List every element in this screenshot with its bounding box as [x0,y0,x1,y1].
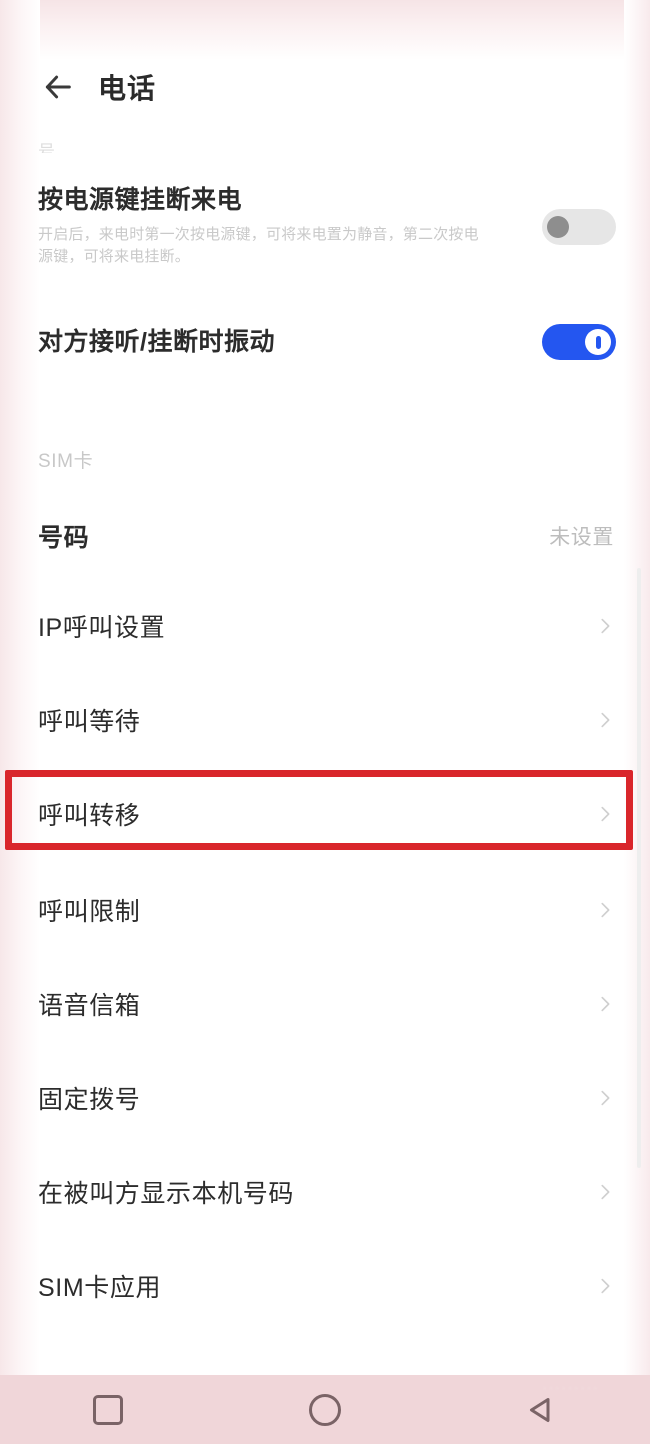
row-label: 号码 [38,524,90,552]
row-call-barring[interactable]: 呼叫限制 [0,866,650,954]
row-sim-toolkit[interactable]: SIM卡应用 [0,1242,650,1330]
row-label: 呼叫等待 [38,708,141,736]
chevron-right-icon [594,615,616,637]
chevron-right-icon [594,803,616,825]
row-label: 在被叫方显示本机号码 [38,1180,295,1208]
toggle-power-key-hangup[interactable] [542,208,616,245]
setting-row-power-key-hangup[interactable]: 按电源键挂断来电 开启后，来电时第一次按电源键，可将来电置为静音，第二次按电源键… [0,186,650,267]
row-call-forwarding[interactable]: 呼叫转移 [0,770,650,858]
row-fixed-dialing[interactable]: 固定拨号 [0,1054,650,1142]
row-label: 固定拨号 [38,1086,141,1114]
circle-home-icon [308,1393,341,1426]
row-label: 呼叫转移 [38,802,141,830]
setting-title: 按电源键挂断来电 [38,186,243,214]
page-title: 电话 [98,73,157,104]
chevron-right-icon [594,993,616,1015]
row-value: 未设置 [549,526,614,549]
chevron-right-icon [594,899,616,921]
chevron-right-icon [594,1181,616,1203]
row-show-caller-id[interactable]: 在被叫方显示本机号码 [0,1148,650,1236]
square-recents-icon [93,1394,124,1425]
phone-screen: 电话 号 按电源键挂断来电 开启后，来电时第一次按电源键，可将来电置为静音，第二… [0,0,650,1444]
row-call-waiting[interactable]: 呼叫等待 [0,676,650,764]
chevron-right-icon [594,709,616,731]
setting-title: 对方接听/挂断时振动 [38,327,275,356]
setting-texts: 对方接听/挂断时振动 [38,328,542,357]
toggle-vibrate-on-answer[interactable] [542,324,616,360]
scrollbar-thumb[interactable] [637,568,641,1168]
clipped-section-label: 号 [38,142,55,153]
setting-row-vibrate-on-answer[interactable]: 对方接听/挂断时振动 [0,318,650,366]
row-label: IP呼叫设置 [38,614,166,642]
row-label: SIM卡应用 [38,1274,162,1302]
app-bar: 电话 [0,56,650,118]
system-navigation-bar [0,1375,650,1444]
toggle-knob [585,329,611,355]
nav-home-button[interactable] [265,1375,385,1444]
setting-texts: 按电源键挂断来电 开启后，来电时第一次按电源键，可将来电置为静音，第二次按电源键… [38,186,542,267]
row-voicemail[interactable]: 语音信箱 [0,960,650,1048]
setting-description: 开启后，来电时第一次按电源键，可将来电置为静音，第二次按电源键，可将来电挂断。 [38,225,479,265]
row-label: 语音信箱 [38,992,141,1020]
row-sim-number[interactable]: 号码 未设置 [0,492,650,580]
chevron-right-icon [594,1087,616,1109]
nav-recents-button[interactable] [48,1375,168,1444]
row-label: 呼叫限制 [38,898,141,926]
row-ip-call-settings[interactable]: IP呼叫设置 [0,582,650,670]
back-arrow-icon[interactable] [38,67,78,107]
chevron-right-icon [594,1275,616,1297]
section-header-sim: SIM卡 [38,451,94,472]
nav-back-button[interactable] [482,1375,602,1444]
toggle-knob [547,215,569,238]
